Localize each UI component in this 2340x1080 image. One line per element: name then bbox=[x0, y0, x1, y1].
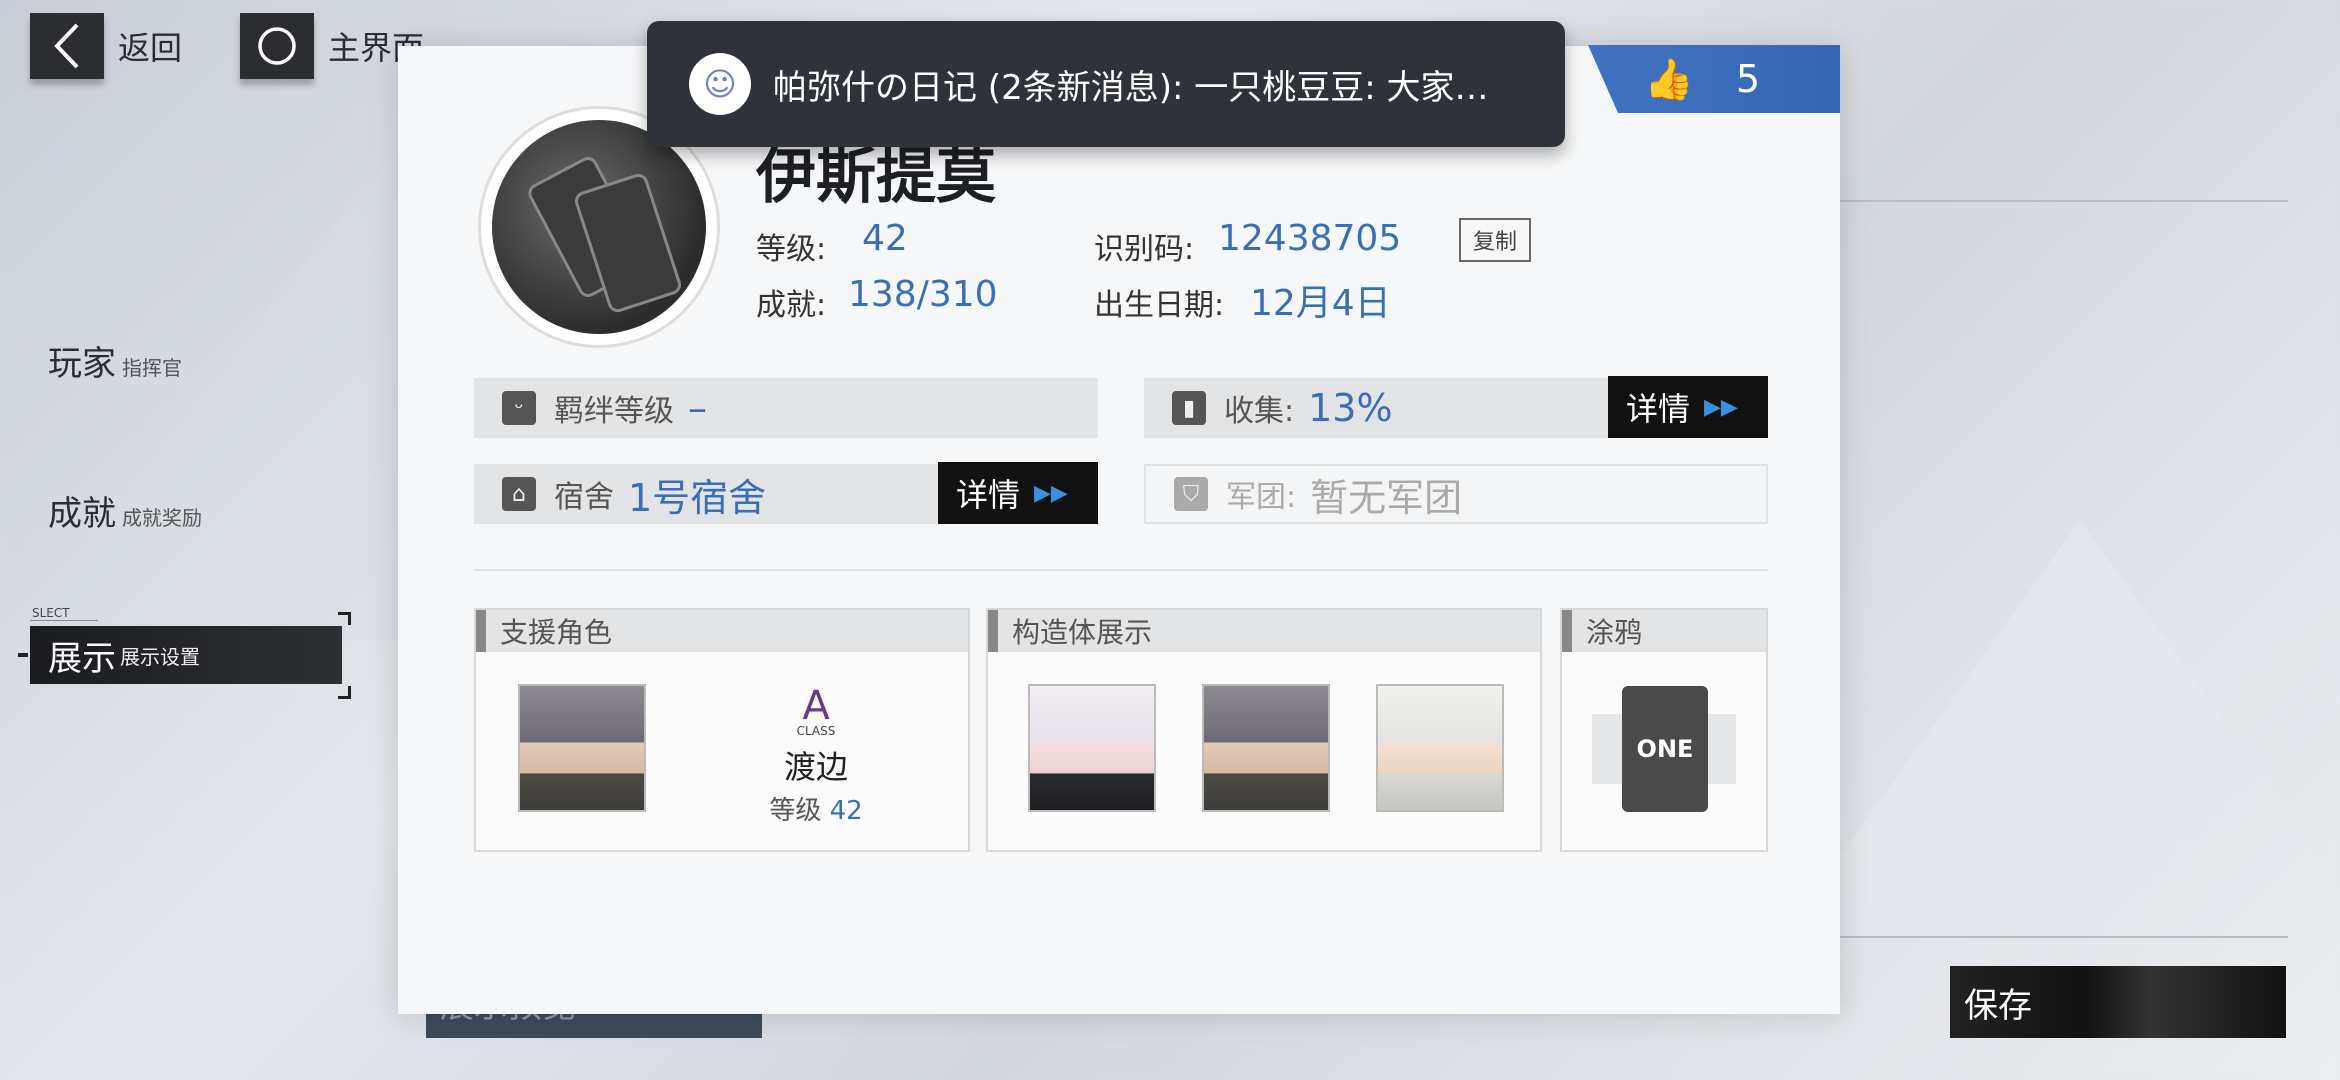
construct-card[interactable]: 构造体展示 bbox=[986, 608, 1542, 852]
notification-toast[interactable]: ☺ 帕弥什の日记 (2条新消息): 一只桃豆豆: 大家… bbox=[647, 21, 1565, 147]
class-rank: A bbox=[802, 683, 830, 729]
support-portrait bbox=[518, 684, 646, 812]
bg-shape bbox=[1780, 520, 2340, 940]
dorm-label: 宿舍 bbox=[554, 480, 614, 515]
bond-label: 羁绊等级 bbox=[554, 394, 674, 429]
home-button[interactable]: 主界面 bbox=[240, 13, 424, 79]
thumbs-up-icon: 👍 bbox=[1644, 56, 1694, 103]
detail-label: 详情 bbox=[956, 476, 1021, 514]
sd-card-icon: ONE bbox=[1622, 686, 1708, 812]
collection-label: 收集: bbox=[1224, 394, 1295, 429]
select-tag: SLECT bbox=[32, 606, 70, 620]
divider bbox=[474, 569, 1768, 571]
house-icon: ⌂ bbox=[502, 477, 536, 511]
bond-bar: ᵕ 羁绊等级 – bbox=[474, 378, 1098, 438]
sidebar-item-player[interactable]: 玩家 指挥官 bbox=[48, 336, 182, 385]
smile-icon: ᵕ bbox=[502, 391, 536, 425]
sidebar-item-label: 成就 bbox=[48, 494, 116, 534]
id-value: 12438705 bbox=[1218, 218, 1402, 259]
birthday-label: 出生日期: bbox=[1094, 288, 1225, 323]
legion-bar: ⛉ 军团: 暂无军团 bbox=[1144, 464, 1768, 524]
support-level-value: 42 bbox=[829, 796, 863, 826]
class-label: CLASS bbox=[796, 724, 836, 738]
bond-value: – bbox=[688, 386, 707, 430]
sidebar-item-display[interactable]: 展示 展示设置 bbox=[30, 626, 342, 684]
bg-line bbox=[1840, 200, 2288, 202]
support-name: 渡边 bbox=[783, 748, 848, 786]
dorm-value: 1号宿舍 bbox=[628, 475, 767, 520]
sidebar-item-sub: 展示设置 bbox=[120, 644, 200, 669]
support-card[interactable]: 支援角色 A CLASS 渡边 等级 42 bbox=[474, 608, 970, 852]
sidebar-item-label: 展示 bbox=[48, 638, 116, 679]
legion-label: 军团: bbox=[1226, 480, 1297, 515]
construct-portrait bbox=[1376, 684, 1504, 812]
select-marker bbox=[18, 653, 28, 657]
id-label: 识别码: bbox=[1094, 232, 1195, 267]
construct-portrait bbox=[1202, 684, 1330, 812]
select-corner bbox=[338, 686, 351, 699]
support-level-label: 等级 bbox=[769, 796, 822, 826]
sidebar-item-sub: 指挥官 bbox=[122, 356, 182, 380]
back-arrow-icon bbox=[30, 13, 104, 79]
detail-label: 详情 bbox=[1626, 390, 1691, 428]
notification-avatar-icon: ☺ bbox=[689, 53, 751, 115]
level-label: 等级: bbox=[756, 232, 827, 267]
double-arrow-icon: ▶▶ bbox=[1034, 480, 1068, 506]
double-arrow-icon: ▶▶ bbox=[1704, 394, 1738, 420]
dorm-detail-button[interactable]: 详情 ▶▶ bbox=[938, 462, 1098, 524]
select-tag-line bbox=[30, 620, 98, 621]
notification-text: 帕弥什の日记 (2条新消息): 一只桃豆豆: 大家… bbox=[773, 67, 1489, 108]
collection-detail-button[interactable]: 详情 ▶▶ bbox=[1608, 376, 1768, 438]
save-label: 保存 bbox=[1964, 985, 2032, 1026]
birthday-value: 12月4日 bbox=[1250, 283, 1391, 324]
back-label: 返回 bbox=[118, 29, 183, 67]
select-corner bbox=[338, 612, 351, 625]
achievement-value: 138/310 bbox=[848, 274, 998, 315]
sidebar-item-sub: 成就奖励 bbox=[122, 506, 202, 530]
copy-button[interactable]: 复制 bbox=[1459, 218, 1531, 262]
like-button[interactable]: 👍 5 bbox=[1588, 45, 1840, 113]
support-title: 支援角色 bbox=[476, 610, 968, 652]
graffiti-title: 涂鸦 bbox=[1562, 610, 1766, 652]
achievement-label: 成就: bbox=[756, 288, 827, 323]
collection-icon: ▮ bbox=[1172, 391, 1206, 425]
construct-title: 构造体展示 bbox=[988, 610, 1540, 652]
avatar-image bbox=[492, 120, 706, 334]
back-button[interactable]: 返回 bbox=[30, 13, 183, 79]
sidebar-item-label: 玩家 bbox=[48, 344, 116, 384]
sidebar-item-achievement[interactable]: 成就 成就奖励 bbox=[48, 486, 202, 535]
home-circle-icon bbox=[240, 13, 314, 79]
legion-value: 暂无军团 bbox=[1310, 475, 1463, 520]
collection-value: 13% bbox=[1308, 386, 1393, 430]
construct-portrait bbox=[1028, 684, 1156, 812]
bg-line bbox=[1840, 936, 2288, 938]
like-count: 5 bbox=[1735, 57, 1760, 101]
save-button[interactable]: 保存 bbox=[1950, 966, 2286, 1038]
graffiti-card[interactable]: 涂鸦 ONE bbox=[1560, 608, 1768, 852]
level-value: 42 bbox=[862, 218, 908, 259]
shield-icon: ⛉ bbox=[1174, 477, 1208, 511]
